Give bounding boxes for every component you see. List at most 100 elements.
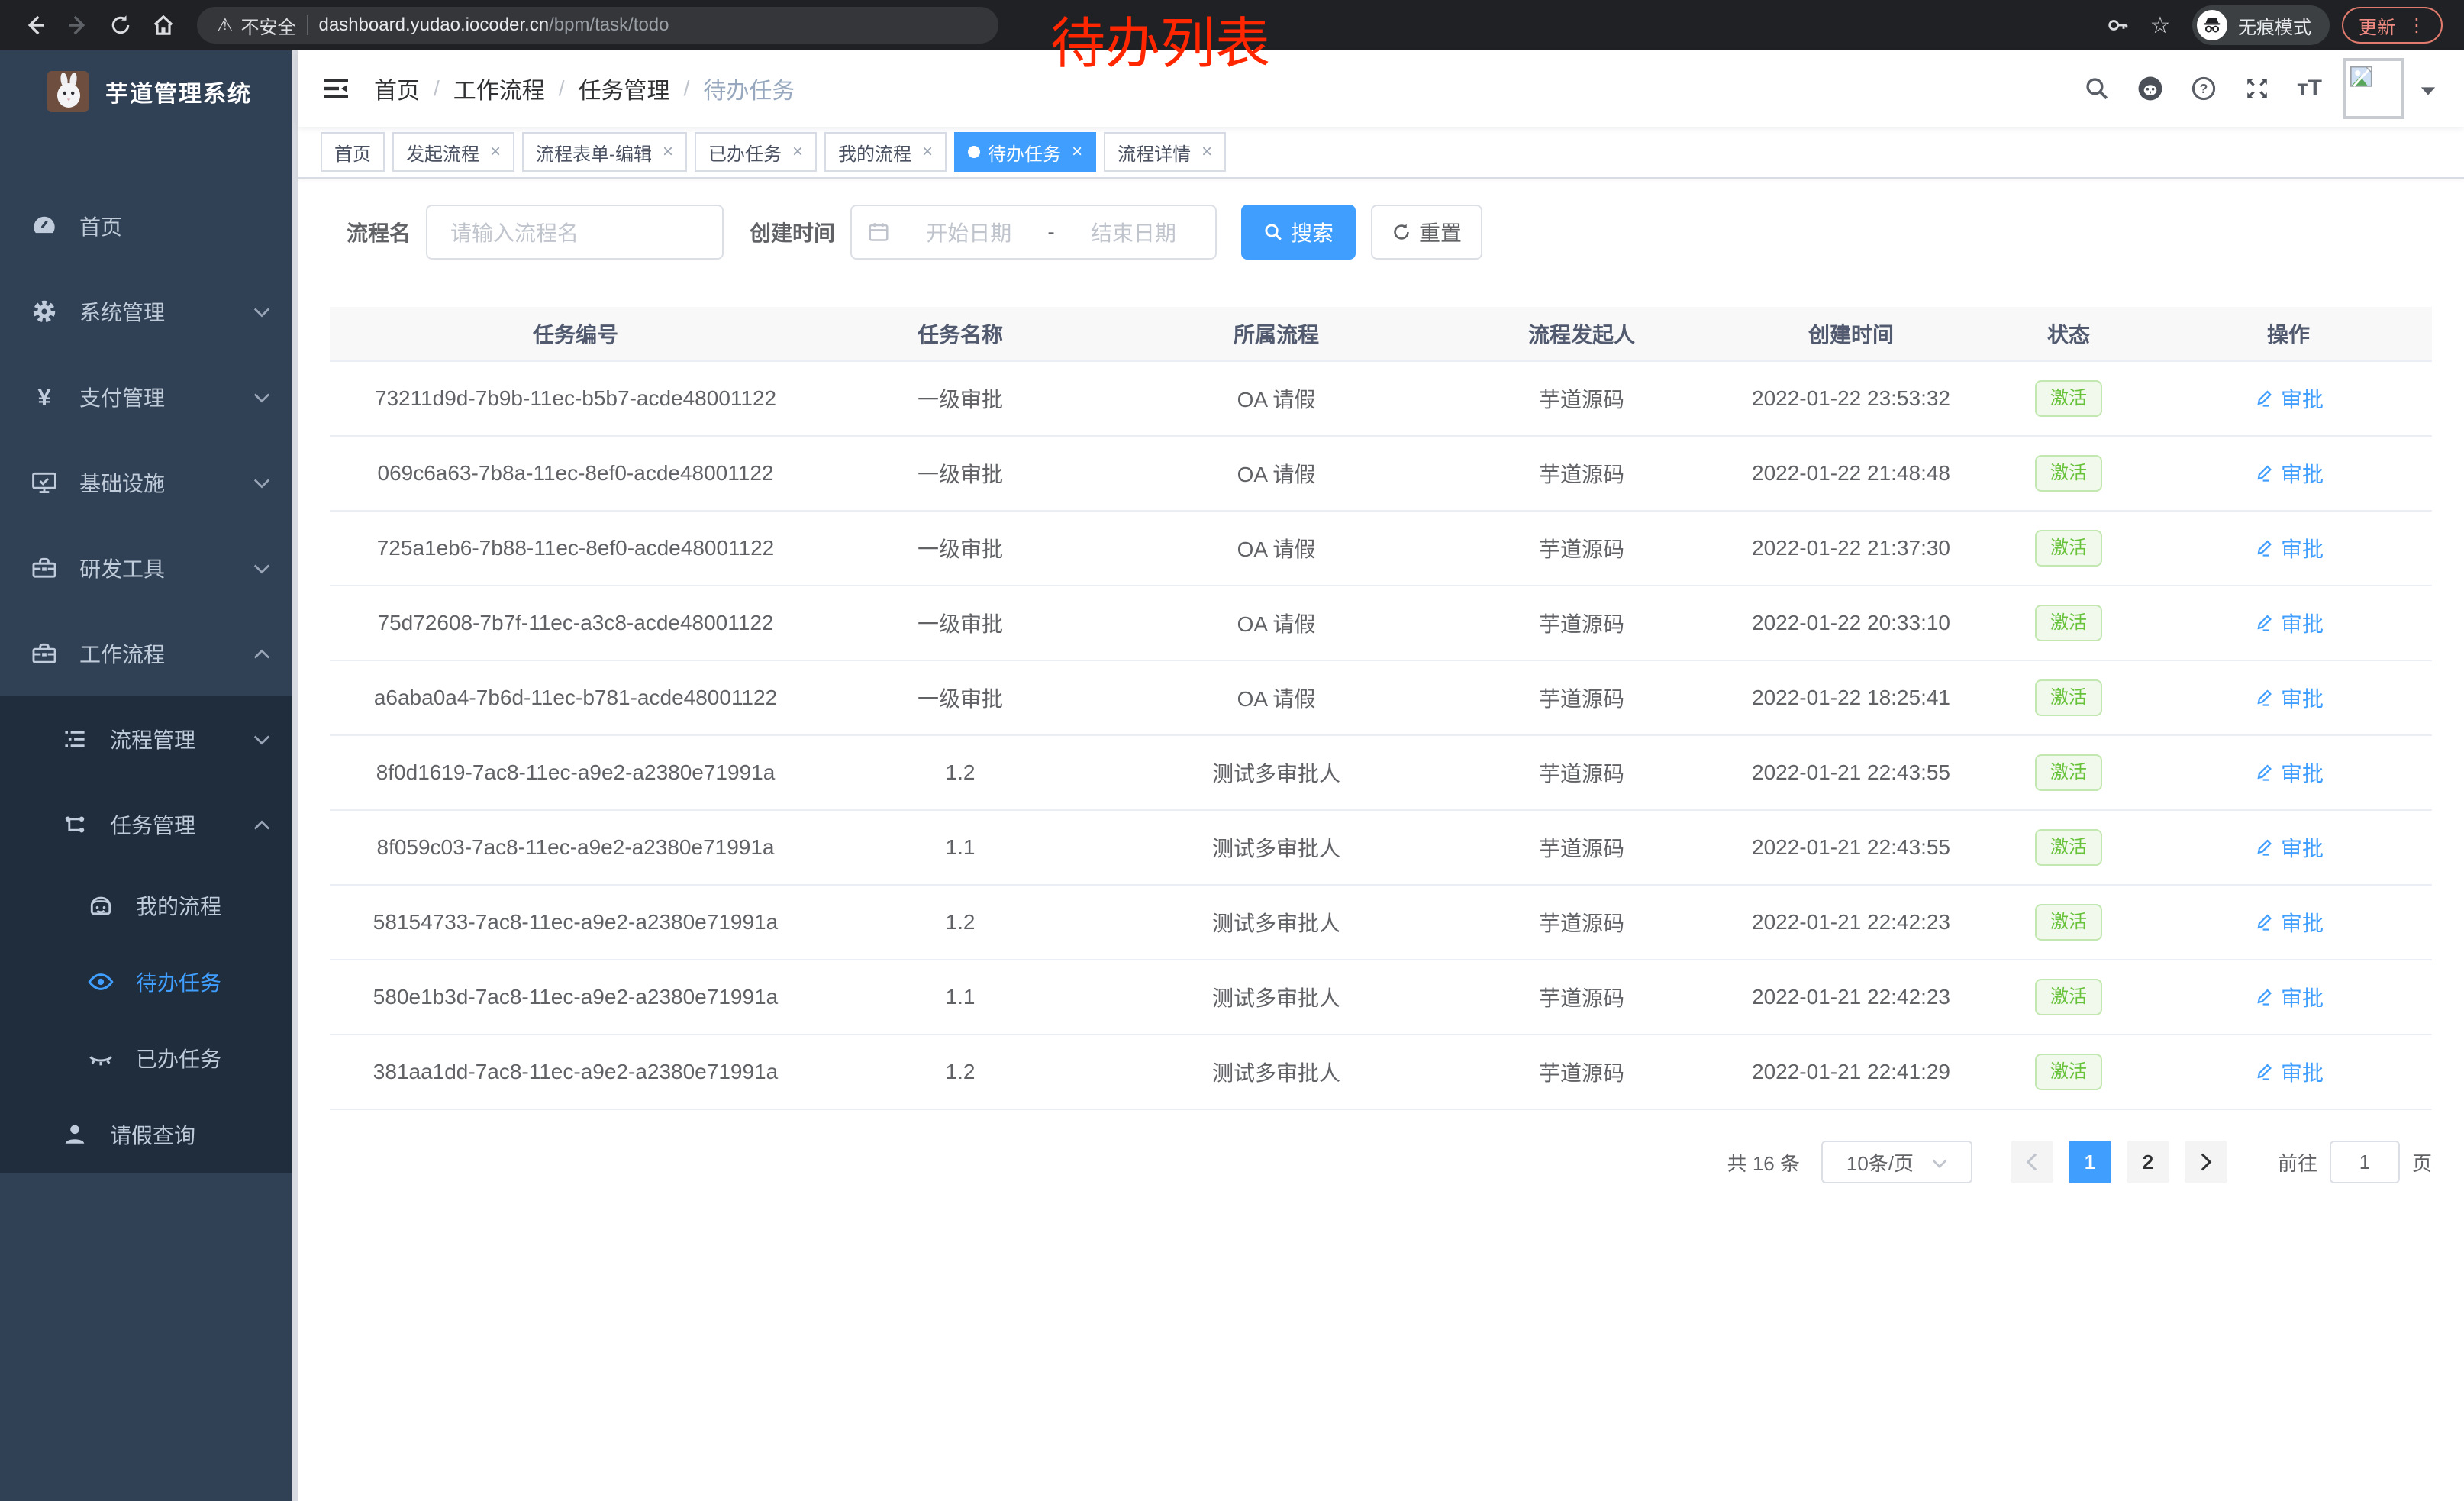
reload-icon[interactable] — [101, 5, 140, 45]
cell-process: OA 请假 — [1099, 383, 1453, 414]
approve-link[interactable]: 审批 — [2253, 608, 2324, 638]
sidebar-item-infra[interactable]: 基础设施 — [0, 440, 298, 525]
reset-button[interactable]: 重置 — [1371, 205, 1482, 260]
date-range-picker[interactable]: 开始日期 - 结束日期 — [850, 205, 1217, 260]
cell-process: 测试多审批人 — [1099, 1057, 1453, 1087]
close-tab-icon[interactable]: × — [1201, 141, 1212, 163]
approve-link[interactable]: 审批 — [2253, 982, 2324, 1012]
tab-发起流程[interactable]: 发起流程× — [392, 132, 514, 172]
sidebar-item-process-mgmt[interactable]: 流程管理 — [0, 696, 298, 782]
approve-link[interactable]: 审批 — [2253, 533, 2324, 563]
navbar-actions: ? тT — [2057, 58, 2437, 119]
status-badge: 激活 — [2035, 530, 2102, 567]
next-page-button[interactable] — [2185, 1141, 2227, 1183]
sidebar-item-devtools[interactable]: 研发工具 — [0, 525, 298, 611]
approve-link[interactable]: 审批 — [2253, 832, 2324, 863]
cell-status: 激活 — [1992, 1054, 2145, 1090]
cell-status: 激活 — [1992, 530, 2145, 567]
cell-starter: 芋道源码 — [1453, 1057, 1710, 1087]
fullscreen-icon[interactable] — [2243, 75, 2271, 102]
close-tab-icon[interactable]: × — [663, 141, 673, 163]
column-header: 操作 — [2145, 318, 2432, 349]
close-tab-icon[interactable]: × — [490, 141, 501, 163]
url-path: /bpm/task/todo — [549, 15, 669, 35]
close-tab-icon[interactable]: × — [792, 141, 803, 163]
security-warning[interactable]: ⚠ 不安全 — [217, 12, 296, 39]
tab-已办任务[interactable]: 已办任务× — [695, 132, 817, 172]
edit-pencil-icon — [2253, 986, 2275, 1008]
breadcrumb-item[interactable]: 任务管理 — [579, 72, 670, 105]
page-button-2[interactable]: 2 — [2127, 1141, 2169, 1183]
process-name-input[interactable]: 请输入流程名 — [426, 205, 724, 260]
help-icon[interactable]: ? — [2190, 75, 2217, 102]
forward-icon[interactable] — [58, 5, 98, 45]
address-bar[interactable]: ⚠不安全 dashboard.yudao.iocoder.cn/bpm/task… — [197, 7, 998, 44]
tab-流程表单-编辑[interactable]: 流程表单-编辑× — [522, 132, 687, 172]
approve-link[interactable]: 审批 — [2253, 383, 2324, 414]
cell-starter: 芋道源码 — [1453, 533, 1710, 563]
sidebar-item-todo-task[interactable]: 待办任务 — [0, 944, 298, 1020]
sidebar-item-leave-query[interactable]: 请假查询 — [0, 1096, 298, 1173]
breadcrumb-item[interactable]: 首页 — [374, 72, 420, 105]
sidebar-item-payment[interactable]: ¥支付管理 — [0, 354, 298, 440]
close-tab-icon[interactable]: × — [1072, 141, 1082, 163]
select-caret-icon — [1932, 1151, 1947, 1174]
table-row: 73211d9d-7b9b-11ec-b5b7-acde48001122一级审批… — [330, 362, 2432, 437]
yen-icon: ¥ — [31, 383, 58, 411]
security-label: 不安全 — [241, 12, 296, 39]
monitor-icon — [31, 469, 58, 496]
approve-link[interactable]: 审批 — [2253, 757, 2324, 788]
sidebar-logo-row[interactable]: 芋道管理系统 — [0, 50, 298, 133]
collapse-sidebar-icon[interactable] — [321, 73, 351, 104]
approve-label: 审批 — [2281, 757, 2324, 788]
cell-id: 8f059c03-7ac8-11ec-a9e2-a2380e71991a — [330, 835, 821, 860]
browser-menu-icon[interactable]: ⋮ — [2408, 15, 2426, 37]
bookmark-star-icon[interactable]: ☆ — [2140, 5, 2180, 45]
back-icon[interactable] — [15, 5, 55, 45]
breadcrumb-item: 待办任务 — [703, 72, 795, 105]
approve-label: 审批 — [2281, 533, 2324, 563]
close-tab-icon[interactable]: × — [922, 141, 933, 163]
goto-page-input[interactable]: 1 — [2330, 1141, 2400, 1183]
tab-我的流程[interactable]: 我的流程× — [824, 132, 947, 172]
home-icon[interactable] — [144, 5, 183, 45]
cell-status: 激活 — [1992, 455, 2145, 492]
prev-page-button[interactable] — [2011, 1141, 2053, 1183]
font-size-icon[interactable]: тT — [2297, 75, 2322, 102]
table-row: 58154733-7ac8-11ec-a9e2-a2380e71991a1.2测… — [330, 886, 2432, 960]
sidebar-item-system[interactable]: 系统管理 — [0, 269, 298, 354]
update-label[interactable]: 更新 — [2359, 12, 2395, 39]
page-size-select[interactable]: 10条/页 — [1821, 1141, 1972, 1183]
page-button-1[interactable]: 1 — [2069, 1141, 2111, 1183]
pagination-total: 共 16 条 — [1727, 1148, 1800, 1177]
navbar: 首页/工作流程/任务管理/待办任务 ? тT — [298, 50, 2464, 127]
edit-pencil-icon — [2253, 762, 2275, 783]
search-icon[interactable] — [2083, 75, 2111, 102]
sidebar-item-my-process[interactable]: 我的流程 — [0, 867, 298, 944]
sidebar-item-home[interactable]: 首页 — [0, 183, 298, 269]
edit-pencil-icon — [2253, 388, 2275, 409]
approve-link[interactable]: 审批 — [2253, 907, 2324, 938]
breadcrumb-item[interactable]: 工作流程 — [453, 72, 545, 105]
avatar-caret-icon[interactable] — [2420, 75, 2437, 103]
avatar[interactable] — [2343, 58, 2404, 119]
github-icon[interactable] — [2137, 75, 2164, 102]
warning-icon: ⚠ — [217, 15, 234, 37]
chevron-down-icon — [253, 470, 270, 495]
end-date-placeholder: 结束日期 — [1067, 217, 1200, 247]
search-button[interactable]: 搜索 — [1241, 205, 1356, 260]
main-area: 首页/工作流程/任务管理/待办任务 ? тT 首页发起流程×流程表单-编辑×已办… — [298, 50, 2464, 1501]
sidebar-item-workflow[interactable]: 工作流程 — [0, 611, 298, 696]
key-icon[interactable] — [2098, 5, 2137, 45]
tab-待办任务[interactable]: 待办任务× — [954, 132, 1096, 172]
tab-流程详情[interactable]: 流程详情× — [1104, 132, 1226, 172]
browser-update-button[interactable]: 更新 ⋮ — [2342, 7, 2443, 44]
tab-首页[interactable]: 首页 — [321, 132, 385, 172]
approve-link[interactable]: 审批 — [2253, 683, 2324, 713]
cell-status: 激活 — [1992, 380, 2145, 417]
cell-status: 激活 — [1992, 829, 2145, 866]
sidebar-item-done-task[interactable]: 已办任务 — [0, 1020, 298, 1096]
approve-link[interactable]: 审批 — [2253, 1057, 2324, 1087]
approve-link[interactable]: 审批 — [2253, 458, 2324, 489]
sidebar-item-task-mgmt[interactable]: 任务管理 — [0, 782, 298, 867]
